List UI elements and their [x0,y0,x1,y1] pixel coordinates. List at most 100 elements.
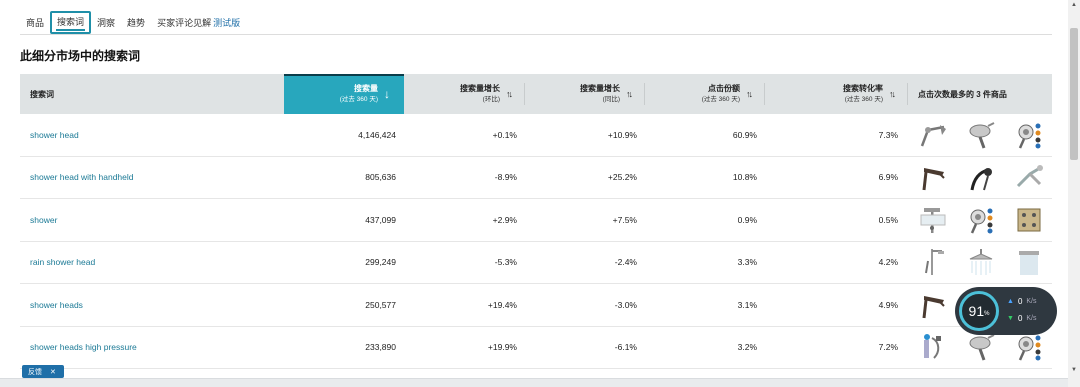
bronze-shower-head-product-thumbnail[interactable] [918,290,948,320]
close-icon[interactable]: ✕ [50,368,56,376]
growth-yoy-cell: +7.5% [612,214,637,225]
round-shower-head-product-thumbnail[interactable] [966,332,996,362]
slide-bar-shower-product-thumbnail[interactable] [918,247,948,277]
sort-icon[interactable]: ↑↓ [626,89,633,99]
col-header-growth-mom[interactable]: 搜索量增长 (环比) ↑↓ [404,74,525,114]
growth-yoy-cell: -6.1% [614,342,637,353]
tab-review-insights-label: 买家评论见解 [157,18,212,28]
conversion-cell: 4.2% [878,257,898,268]
col-header-top-products: 点击次数最多的 3 件商品 [908,74,1052,114]
col-header-search-term: 搜索词 [20,74,284,114]
shower-system-product-thumbnail[interactable] [918,205,948,235]
shower-panel-product-thumbnail[interactable] [1014,205,1044,235]
multi-setting-shower-head-product-thumbnail[interactable] [1014,332,1044,362]
growth-yoy-cell: +25.2% [607,172,637,183]
search-term-link[interactable]: shower heads [20,300,284,310]
conversion-cell: 6.9% [878,172,898,183]
network-speed-widget[interactable]: 91% ▲ 0 K/s ▼ 0 K/s [955,287,1057,335]
vertical-scrollbar[interactable]: ▲ ▼ [1068,0,1080,387]
click-share-cell: 3.3% [737,257,757,268]
tab-products-label: 商品 [26,18,45,28]
col-header-conversion[interactable]: 搜索转化率 (过去 360 天) ↑↓ [765,74,908,114]
search-term-link[interactable]: shower head [20,130,284,140]
page-title: 此细分市场中的搜索词 [20,49,141,63]
col-header-label: 搜索转化率 [843,83,883,93]
col-header-label: 点击次数最多的 3 件商品 [918,89,1007,99]
chrome-dual-shower-product-thumbnail[interactable] [1014,162,1044,192]
col-header-sub: (过去 360 天) [701,96,740,104]
top-products [908,120,1052,150]
col-header-label: 搜索量 [354,83,378,93]
click-share-cell: 10.8% [732,172,757,183]
download-arrow-icon: ▼ [1007,315,1014,322]
sort-icon[interactable]: ↑↓ [506,89,513,99]
tab-search-terms[interactable]: 搜索词 [50,11,92,34]
table-row: shower head 4,146,424 +0.1% +10.9% 60.9% 7.3% [20,114,1052,157]
search-volume-cell: 437,099 [365,214,396,225]
click-share-cell: 3.2% [737,342,757,353]
top-products [908,332,1052,362]
tab-search-terms-label: 搜索词 [57,17,85,27]
scroll-down-icon[interactable]: ▼ [1071,367,1077,373]
search-term-link[interactable]: shower [20,215,284,225]
tab-trends[interactable]: 趋势 [121,12,151,34]
multi-setting-shower-head-product-thumbnail[interactable] [1014,120,1044,150]
search-volume-cell: 233,890 [365,342,396,353]
scroll-up-icon[interactable]: ▲ [1071,2,1077,8]
table-body: shower head 4,146,424 +0.1% +10.9% 60.9% 7.3%… [20,114,1052,369]
search-term-link[interactable]: rain shower head [20,257,284,267]
growth-mom-cell: +0.1% [492,129,517,140]
top-products [908,247,1052,277]
sort-icon[interactable]: ↑↓ [889,89,896,99]
feedback-label: 反馈 [28,368,42,376]
growth-mom-cell: +2.9% [492,214,517,225]
growth-yoy-cell: +10.9% [607,129,637,140]
col-header-click-share[interactable]: 点击份额 (过去 360 天) ↑↓ [645,74,765,114]
multi-setting-shower-head-product-thumbnail[interactable] [966,205,996,235]
search-volume-cell: 299,249 [365,257,396,268]
feedback-button[interactable]: 反馈 ✕ [22,365,64,378]
col-header-label: 搜索量增长 [580,83,620,93]
black-handheld-shower-product-thumbnail[interactable] [966,162,996,192]
click-share-cell: 3.1% [737,299,757,310]
filter-shower-product-thumbnail[interactable] [918,332,948,362]
download-unit: K/s [1026,315,1037,322]
col-header-label: 搜索量增长 [460,83,500,93]
round-shower-head-product-thumbnail[interactable] [966,120,996,150]
col-header-sub: (过去 360 天) [844,96,883,104]
search-volume-cell: 805,636 [365,172,396,183]
rain-shower-head-product-thumbnail[interactable] [966,247,996,277]
table-row: shower heads 250,577 +19.4% -3.0% 3.1% 4.9% [20,284,1052,327]
col-header-sub: (环比) [482,96,500,104]
square-rain-shower-product-thumbnail[interactable] [1014,247,1044,277]
scroll-thumb[interactable] [1070,28,1078,160]
upload-unit: K/s [1026,298,1037,305]
bottom-strip [0,378,1068,387]
bronze-shower-head-product-thumbnail[interactable] [918,162,948,192]
search-term-link[interactable]: shower heads high pressure [20,342,284,352]
shower-arm-product-thumbnail[interactable] [918,120,948,150]
col-header-label: 点击份额 [708,83,740,93]
beta-badge: 测试版 [213,18,241,28]
tab-insights-label: 洞察 [97,18,116,28]
tab-insights[interactable]: 洞察 [91,12,121,34]
download-value: 0 [1017,314,1023,323]
table-row: rain shower head 299,249 -5.3% -2.4% 3.3% 4.2… [20,242,1052,284]
search-terms-table: 搜索词 搜索量 (过去 360 天) ↓ 搜索量增长 (环比) ↑↓ 搜索量增长 (同… [20,74,1052,369]
top-products [908,205,1052,235]
sort-icon[interactable]: ↑↓ [746,89,753,99]
download-speed: ▼ 0 K/s [1007,314,1037,323]
col-header-growth-yoy[interactable]: 搜索量增长 (同比) ↑↓ [525,74,645,114]
tab-review-insights[interactable]: 买家评论见解 测试版 [151,12,246,34]
sort-desc-icon[interactable]: ↓ [384,87,390,101]
col-header-label: 搜索词 [30,89,54,99]
col-header-search-volume[interactable]: 搜索量 (过去 360 天) ↓ [284,74,404,114]
col-header-sub: (同比) [602,96,620,104]
table-row: shower head with handheld 805,636 -8.9% +25… [20,157,1052,199]
top-products [908,162,1052,192]
tab-products[interactable]: 商品 [20,12,50,34]
conversion-cell: 0.5% [878,214,898,225]
growth-mom-cell: +19.4% [487,299,517,310]
search-term-link[interactable]: shower head with handheld [20,172,284,182]
usage-gauge: 91% [959,291,999,331]
